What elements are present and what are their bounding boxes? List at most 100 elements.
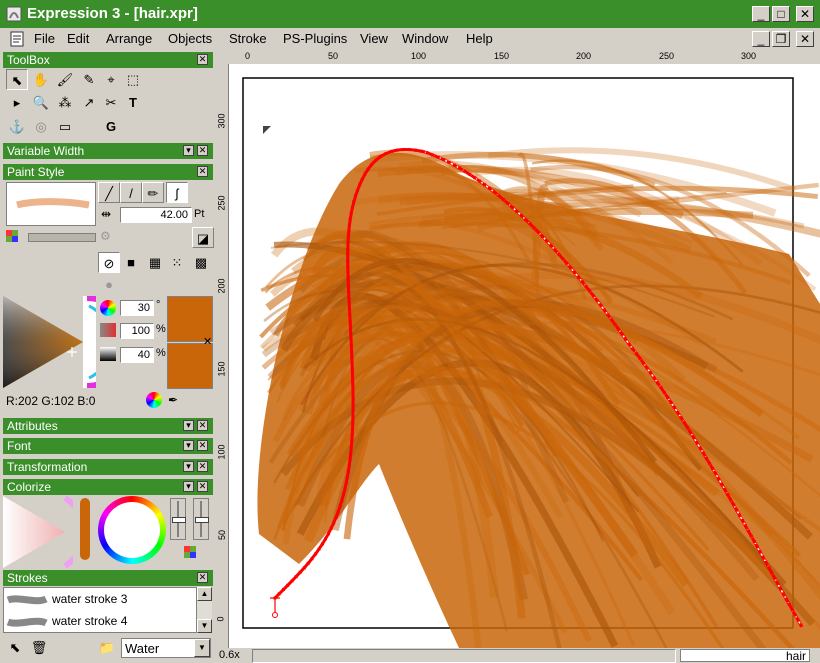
path-node xyxy=(483,183,487,187)
color-triangle-picker[interactable] xyxy=(3,295,134,389)
path-node xyxy=(350,355,354,359)
font-header[interactable]: Font ▾ ✕ xyxy=(3,438,213,454)
menu-ps-plugins[interactable]: PS-Plugins xyxy=(283,31,347,46)
path-node xyxy=(580,280,584,284)
menu-view[interactable]: View xyxy=(360,31,388,46)
text-tool[interactable]: T xyxy=(122,92,144,113)
eyedropper-icon[interactable]: ✒ xyxy=(168,393,178,407)
scissors-tool[interactable]: ✂ xyxy=(100,92,122,113)
thick-stroke-button[interactable]: / xyxy=(120,182,142,203)
transformation-header[interactable]: Transformation ▾ ✕ xyxy=(3,459,213,475)
attributes-header[interactable]: Attributes ▾ ✕ xyxy=(3,418,213,434)
variable-width-close-button[interactable]: ✕ xyxy=(197,145,208,156)
fill-color-swatch[interactable] xyxy=(167,343,213,389)
swap-color-button[interactable]: ◪ xyxy=(192,227,214,248)
colorize-slider-2[interactable] xyxy=(193,498,209,540)
doc-minimize-button[interactable]: _ xyxy=(752,31,770,47)
path-node xyxy=(349,325,352,329)
rectangle-tool[interactable]: ▭ xyxy=(54,116,76,137)
path-node xyxy=(346,271,350,275)
colorize-color-bar[interactable] xyxy=(80,498,90,560)
select-tool[interactable]: ⬉ xyxy=(6,69,28,90)
path-node xyxy=(770,571,774,575)
no-fill-button[interactable]: ⊘ xyxy=(98,252,120,273)
doc-restore-button[interactable]: ❐ xyxy=(772,31,790,47)
variable-width-header[interactable]: Variable Width ▾ ✕ xyxy=(3,143,213,159)
path-node xyxy=(379,154,383,158)
path-node xyxy=(749,534,753,538)
folder-icon[interactable]: 📁 xyxy=(96,637,118,658)
toolbox-close-button[interactable]: ✕ xyxy=(197,54,208,65)
stroke-category-select[interactable]: Water ▼ xyxy=(121,638,211,658)
list-item[interactable]: water stroke 4 xyxy=(6,612,194,632)
brush-stroke-button[interactable]: ✏ xyxy=(142,182,164,203)
extra-fill-button[interactable]: ● xyxy=(98,274,120,295)
path-node xyxy=(290,579,294,583)
transformation-collapse-button[interactable]: ▾ xyxy=(183,461,194,472)
lightness-field[interactable]: 40 xyxy=(120,347,154,363)
hand-tool[interactable]: ✋ xyxy=(30,69,52,90)
chevron-down-icon[interactable]: ▼ xyxy=(194,639,210,657)
node-tool[interactable]: ⁂ xyxy=(54,92,76,113)
zoom-tool[interactable]: 🔍 xyxy=(30,92,52,113)
menu-edit[interactable]: Edit xyxy=(67,31,89,46)
variable-width-collapse-button[interactable]: ▾ xyxy=(183,145,194,156)
font-collapse-button[interactable]: ▾ xyxy=(183,440,194,451)
colorize-slider-1[interactable] xyxy=(170,498,186,540)
opacity-slider[interactable] xyxy=(28,233,96,242)
strokes-close-button[interactable]: ✕ xyxy=(197,572,208,583)
natural-stroke-button[interactable]: ʃ xyxy=(166,182,188,203)
maximize-button[interactable]: □ xyxy=(772,6,790,22)
new-stroke-icon[interactable]: ⬉ xyxy=(4,637,26,658)
stroke-preview[interactable] xyxy=(6,182,96,226)
path-node xyxy=(346,469,350,473)
width-field[interactable]: 42.00 xyxy=(120,207,192,223)
brush-tool[interactable]: 🖌 xyxy=(54,69,76,90)
strokes-scrollbar[interactable]: ▲ ▼ xyxy=(197,587,212,633)
thin-stroke-button[interactable]: ╱ xyxy=(98,182,120,203)
anchor-tool[interactable]: ⚓ xyxy=(6,116,28,137)
paint-style-close-button[interactable]: ✕ xyxy=(197,166,208,177)
marquee-tool[interactable]: ⬚ xyxy=(122,69,144,90)
horizontal-scrollbar[interactable] xyxy=(252,649,676,663)
color-wheel-icon[interactable] xyxy=(146,392,162,408)
hue-field[interactable]: 30 xyxy=(120,300,154,316)
pen-tool[interactable]: ↗ xyxy=(78,92,100,113)
attributes-collapse-button[interactable]: ▾ xyxy=(183,420,194,431)
list-item[interactable]: water stroke 3 xyxy=(6,590,194,610)
texture-fill-button[interactable]: ▩ xyxy=(190,252,212,273)
colorize-hue-wheel[interactable] xyxy=(98,496,166,564)
swap-swatch-icon[interactable]: ✕ xyxy=(203,335,212,348)
transformation-close-button[interactable]: ✕ xyxy=(197,461,208,472)
doc-close-button[interactable]: ✕ xyxy=(796,31,814,47)
menu-arrange[interactable]: Arrange xyxy=(106,31,152,46)
saturation-field[interactable]: 100 xyxy=(120,323,154,339)
color-mode-icon[interactable] xyxy=(4,228,22,246)
colorize-mode-icon[interactable] xyxy=(183,545,197,559)
pattern-fill-button[interactable]: ⁙ xyxy=(166,252,188,273)
texture-icon[interactable]: ⚙ xyxy=(100,229,111,243)
close-button[interactable]: ✕ xyxy=(796,6,814,22)
drawing-canvas[interactable] xyxy=(229,64,820,663)
attributes-close-button[interactable]: ✕ xyxy=(197,420,208,431)
colorize-close-button[interactable]: ✕ xyxy=(197,481,208,492)
menu-objects[interactable]: Objects xyxy=(168,31,212,46)
menu-help[interactable]: Help xyxy=(466,31,493,46)
solid-fill-button[interactable]: ■ xyxy=(120,252,142,273)
minimize-button[interactable]: _ xyxy=(752,6,770,22)
zoom-out-tool[interactable]: ◎ xyxy=(30,116,52,137)
font-close-button[interactable]: ✕ xyxy=(197,440,208,451)
knife-tool[interactable]: ⌖ xyxy=(100,69,122,90)
menu-file[interactable]: File xyxy=(34,31,55,46)
path-node xyxy=(692,436,696,440)
trash-icon[interactable]: 🗑 xyxy=(28,637,50,658)
eyedropper-tool[interactable]: ✎ xyxy=(78,69,100,90)
menu-stroke[interactable]: Stroke xyxy=(229,31,267,46)
colorize-collapse-button[interactable]: ▾ xyxy=(183,481,194,492)
path-node xyxy=(350,361,354,365)
gradient-fill-button[interactable]: ▦ xyxy=(144,252,166,273)
direct-select-tool[interactable]: ▸ xyxy=(6,92,28,113)
colorize-triangle[interactable] xyxy=(3,495,87,569)
rotate-tool[interactable]: G xyxy=(100,116,122,137)
menu-window[interactable]: Window xyxy=(402,31,448,46)
